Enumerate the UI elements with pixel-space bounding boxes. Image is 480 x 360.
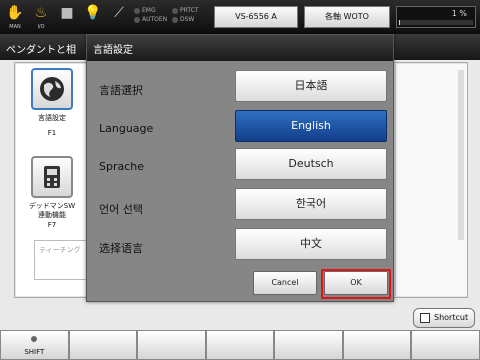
fkey-6[interactable] [342,330,412,360]
shift-indicator-icon [31,336,37,342]
nav-language-setting[interactable]: 言語設定 F1 [24,68,80,137]
label-chinese: 选择语言 [99,242,143,255]
ok-button[interactable]: OK [324,271,388,295]
language-dialog: 言語設定 言語選択 日本語 Language English Sprache D… [86,34,394,302]
shortcut-label: Shortcut [434,313,469,322]
cancel-button[interactable]: Cancel [253,271,317,295]
german-button[interactable]: Deutsch [235,148,387,180]
emg-lamp: EMG [134,6,167,15]
background-right-panel [395,64,467,296]
chinese-button[interactable]: 中文 [235,228,387,260]
fkey-2[interactable] [68,330,138,360]
speed-indicator[interactable]: 1 % [396,6,476,28]
fkey-5[interactable] [274,330,343,360]
fkey-4[interactable] [205,330,275,360]
lamp-group-left: EMG AUTOEN [134,6,167,24]
hand-icon: ✋ MAN [6,5,24,30]
dialog-title: 言語設定 [93,45,133,56]
label-german: Sprache [99,160,145,173]
speed-value: 1 % [451,9,467,18]
axis-mode-button[interactable]: 各軸 WOTO [304,6,390,28]
label-japanese: 言語選択 [99,84,143,97]
io-signal-icon: ♨ I/O [34,5,48,30]
dialog-titlebar: 言語設定 [87,35,393,61]
dsw-lamp: DSW [172,15,199,24]
auto-enable-lamp: AUTOEN [134,15,167,24]
speed-bar-fill [399,20,401,25]
japanese-button[interactable]: 日本語 [235,70,387,102]
shortcut-button[interactable]: Shortcut [413,308,475,328]
background-scrollbar[interactable] [458,70,464,240]
wrench-icon: ⟋ [114,5,124,21]
fkey-3[interactable] [137,330,206,360]
label-english: Language [99,122,154,135]
function-key-bar: SHIFT [0,330,480,360]
fkey-shift[interactable]: SHIFT [0,330,69,360]
nav-deadman-switch[interactable]: デッドマンSW 連動機能 F7 [24,156,80,229]
label-korean: 언어 선택 [99,203,143,216]
fkey-7[interactable] [411,330,480,360]
lightbulb-icon: 💡 [84,5,102,21]
globe-icon [31,68,73,110]
pendant-icon [31,156,73,198]
speed-bar [399,20,473,25]
background-title: ペンダントと相 [6,45,76,56]
shortcut-icon [420,313,430,323]
korean-button[interactable]: 한국어 [235,188,387,220]
stop-icon: ■ [60,5,74,21]
lamp-group-right: PRTCT DSW [172,6,199,24]
status-bar: ✋ MAN ♨ I/O ■ 💡 ⟋ EMG AUTOEN PRTCT DSW VS-… [0,0,480,34]
protect-lamp: PRTCT [172,6,199,15]
robot-model-button[interactable]: VS-6556 A [214,6,298,28]
english-button[interactable]: English [235,110,387,142]
